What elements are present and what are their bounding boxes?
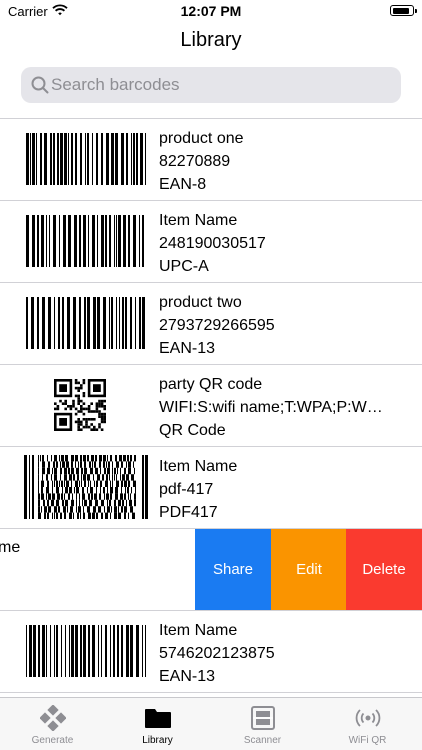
pdf417-thumbnail (24, 455, 148, 519)
list-item[interactable]: Item Name 5746202123875 EAN-13 (0, 610, 422, 692)
tab-label: Generate (31, 735, 74, 746)
item-value: WIFI:S:wifi name;T:WPA;P:W… (159, 399, 383, 416)
barcode-thumbnail (26, 133, 146, 185)
share-button-label: Share (212, 561, 254, 578)
list-item[interactable]: Item Name pdf-417 PDF417 (0, 446, 422, 528)
item-title: Item Name (159, 622, 238, 639)
search-icon (31, 76, 49, 94)
page-title: Library (180, 29, 242, 51)
item-title: Item Name (159, 212, 238, 229)
list-item-text: party QR code WIFI:S:wifi name;T:WPA;P:W… (159, 373, 414, 442)
item-type: QR Code (159, 422, 226, 439)
library-screen: Carrier 12:07 PM Library product one 822… (0, 0, 422, 750)
clock: 12:07 PM (180, 3, 242, 19)
battery-icon (390, 5, 417, 16)
tab-bar: Generate Library Scanner WiFi QR (0, 697, 422, 750)
item-type: EAN-13 (159, 340, 216, 357)
edit-button-label: Edit (296, 561, 322, 578)
tab-label: Scanner (243, 735, 282, 746)
list-item[interactable]: Item Name 248190030517 UPC-A (0, 200, 422, 282)
wifi-qr-icon (355, 709, 380, 727)
item-title: product one (159, 130, 244, 147)
barcode-thumbnail (26, 625, 146, 677)
swiped-list-item[interactable]: me Share Edit Delete (0, 528, 422, 610)
folder-icon (144, 709, 171, 728)
list-item-text: product two 2793729266595 EAN-13 (159, 291, 414, 360)
list-item[interactable]: product two 2793729266595 EAN-13 (0, 282, 422, 364)
list-item-text: Item Name 248190030517 UPC-A (159, 209, 414, 278)
item-value: 248190030517 (159, 235, 266, 252)
item-type: PDF417 (159, 504, 218, 521)
item-value: pdf-417 (159, 481, 214, 498)
scanner-icon (250, 706, 275, 730)
item-value: 5746202123875 (159, 645, 275, 662)
item-value: 82270889 (159, 153, 231, 170)
edit-button[interactable]: Edit (271, 529, 347, 610)
list-item-text: Item Name 5746202123875 EAN-13 (159, 619, 414, 688)
list-item[interactable]: party QR code WIFI:S:wifi name;T:WPA;P:W… (0, 364, 422, 446)
status-bar: Carrier 12:07 PM (0, 0, 422, 24)
barcode-thumbnail (26, 215, 144, 267)
tab-label: WiFi QR (348, 735, 387, 746)
item-title-partial: me (0, 539, 21, 556)
list-item-text: product one 82270889 EAN-8 (159, 127, 414, 196)
tab-wifi-qr[interactable]: WiFi QR (315, 702, 420, 748)
tab-generate[interactable]: Generate (0, 702, 105, 748)
delete-button[interactable]: Delete (346, 529, 422, 610)
list-item[interactable]: product one 82270889 EAN-8 (0, 118, 422, 200)
item-type: UPC-A (159, 258, 209, 275)
tab-scanner[interactable]: Scanner (210, 702, 315, 748)
barcode-list: product one 82270889 EAN-8 Item Name 248… (0, 118, 422, 750)
item-title: Item Name (159, 458, 238, 475)
list-item-text: Item Name pdf-417 PDF417 (159, 455, 414, 524)
barcode-thumbnail (26, 297, 145, 349)
item-value: 2793729266595 (159, 317, 275, 334)
qr-thumbnail (54, 379, 106, 431)
search-bar[interactable] (21, 67, 401, 103)
search-input[interactable] (51, 67, 391, 103)
item-type: EAN-8 (159, 176, 207, 193)
delete-button-label: Delete (362, 561, 406, 578)
share-button[interactable]: Share (195, 529, 271, 610)
item-title: party QR code (159, 376, 263, 393)
tab-library[interactable]: Library (105, 702, 210, 748)
generate-icon (39, 705, 66, 731)
battery-level (392, 7, 409, 14)
item-type: EAN-13 (159, 668, 216, 685)
item-title: product two (159, 294, 242, 311)
tab-label: Library (142, 735, 173, 746)
